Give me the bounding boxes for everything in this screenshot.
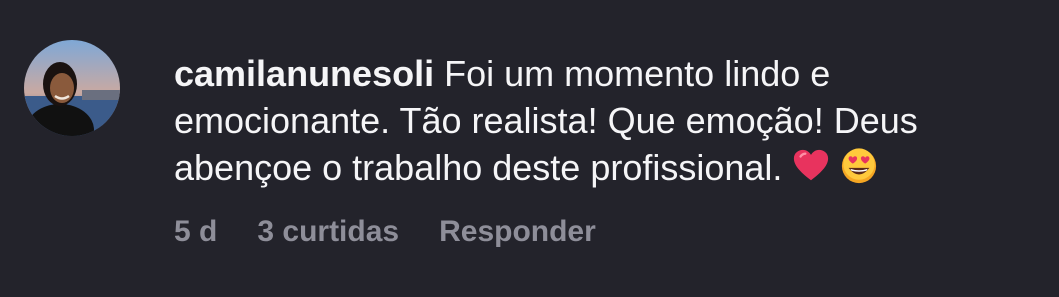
comment-meta: 5 d 3 curtidas Responder [174,215,1031,249]
username-link[interactable]: camilanunesoli [174,53,434,94]
reply-button[interactable]: Responder [439,215,596,249]
avatar-photo [24,40,120,136]
comment-body: camilanunesoli Foi um momento lindo e em… [174,40,1031,249]
heart-emoji-icon [792,147,830,185]
comment-text: camilanunesoli Foi um momento lindo e em… [174,40,1024,191]
comment: camilanunesoli Foi um momento lindo e em… [0,0,1059,297]
heart-eyes-emoji-icon [840,147,878,185]
avatar[interactable] [24,40,120,136]
likes-count-link[interactable]: 3 curtidas [257,215,399,249]
comment-time: 5 d [174,215,218,248]
